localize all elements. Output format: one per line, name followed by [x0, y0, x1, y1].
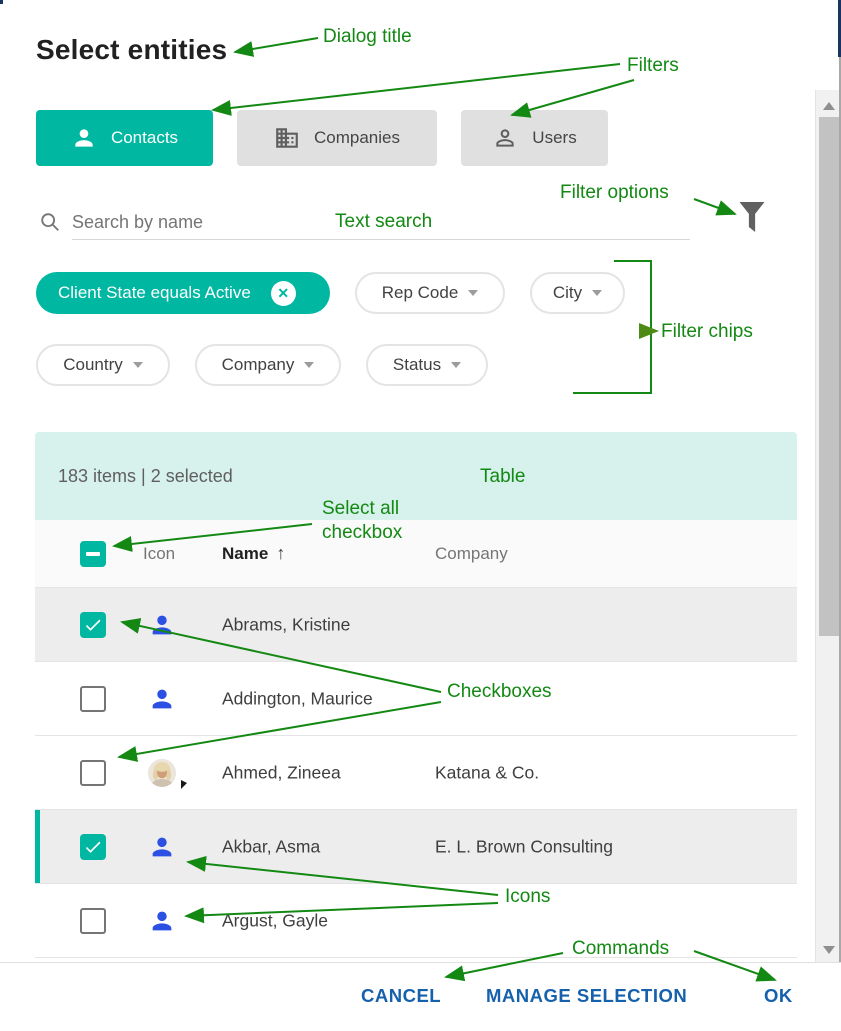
active-filter-chip[interactable]: Client State equals Active ✕ — [36, 272, 330, 314]
row-avatar — [148, 907, 176, 935]
page-title: Select entities — [36, 34, 227, 66]
person-icon — [148, 833, 176, 861]
filter-chip-country[interactable]: Country — [36, 344, 170, 386]
filter-chip-status[interactable]: Status — [366, 344, 488, 386]
search-icon — [39, 211, 61, 238]
row-avatar — [148, 833, 176, 861]
filter-chip-company[interactable]: Company — [195, 344, 341, 386]
select-entities-dialog: Select entities Contacts Companies Users… — [0, 0, 841, 1031]
table-row[interactable]: Argust, Gayle — [35, 884, 797, 958]
table-row[interactable]: Ahmed, Zineea Katana & Co. — [35, 736, 797, 810]
chip-label: Country — [63, 355, 123, 375]
annotation-filter-options: Filter options — [560, 182, 669, 204]
footer-divider — [0, 962, 841, 963]
dialog-scrollbar[interactable] — [815, 90, 841, 962]
person-icon — [71, 125, 97, 151]
filter-chip-row-1: Client State equals Active ✕ Rep Code Ci… — [36, 272, 625, 314]
chevron-down-icon — [451, 362, 461, 368]
column-header-name[interactable]: Name↑ — [222, 543, 285, 564]
select-all-checkbox[interactable] — [80, 541, 106, 567]
row-avatar — [148, 759, 176, 787]
row-avatar — [148, 685, 176, 713]
annotation-filters: Filters — [627, 55, 679, 77]
row-checkbox[interactable] — [80, 612, 106, 638]
chip-label: Status — [393, 355, 441, 375]
annotation-select-all-2: checkbox — [322, 522, 402, 544]
entity-table: 183 items | 2 selected Icon Name↑ Compan… — [35, 432, 797, 958]
table-rows: Abrams, Kristine Addington, Maurice — [35, 588, 797, 958]
chevron-down-icon — [304, 362, 314, 368]
triangle-down-icon[interactable] — [823, 946, 835, 954]
tab-label: Users — [532, 128, 576, 148]
filter-chip-city[interactable]: City — [530, 272, 625, 314]
column-header-icon: Icon — [143, 544, 175, 564]
chevron-down-icon — [133, 362, 143, 368]
row-name: Abrams, Kristine — [222, 614, 350, 635]
manage-selection-button[interactable]: MANAGE SELECTION — [486, 985, 687, 1007]
filter-chip-row-2: Country Company Status — [36, 344, 488, 386]
tab-contacts[interactable]: Contacts — [36, 110, 213, 166]
row-name: Argust, Gayle — [222, 910, 328, 931]
tab-users[interactable]: Users — [461, 110, 608, 166]
photo-avatar — [148, 759, 176, 787]
tab-label: Contacts — [111, 128, 178, 148]
filter-chip-rep-code[interactable]: Rep Code — [355, 272, 505, 314]
chip-label: Company — [222, 355, 295, 375]
table-row[interactable]: Abrams, Kristine — [35, 588, 797, 662]
annotation-select-all-1: Select all — [322, 498, 399, 520]
window-corner-artifact — [0, 0, 3, 4]
annotation-commands: Commands — [572, 938, 669, 960]
cursor-artifact — [181, 780, 187, 789]
row-name: Addington, Maurice — [222, 688, 373, 709]
sort-ascending-icon: ↑ — [276, 543, 285, 563]
row-checkbox[interactable] — [80, 834, 106, 860]
person-outline-icon — [492, 125, 518, 151]
search-underline — [72, 239, 690, 240]
row-name: Akbar, Asma — [222, 836, 320, 857]
column-header-company: Company — [435, 544, 508, 564]
checkmark-icon — [83, 615, 103, 635]
circle-x-icon[interactable]: ✕ — [271, 281, 296, 306]
building-icon — [274, 125, 300, 151]
person-icon — [148, 611, 176, 639]
filter-options-icon[interactable] — [737, 199, 767, 240]
row-checkbox[interactable] — [80, 686, 106, 712]
chevron-down-icon — [592, 290, 602, 296]
search-input[interactable] — [72, 206, 332, 238]
table-row[interactable]: Akbar, Asma E. L. Brown Consulting — [35, 810, 797, 884]
row-checkbox[interactable] — [80, 908, 106, 934]
row-name: Ahmed, Zineea — [222, 762, 341, 783]
row-company: Katana & Co. — [435, 762, 539, 783]
row-avatar — [148, 611, 176, 639]
annotation-table: Table — [480, 466, 525, 488]
tab-companies[interactable]: Companies — [237, 110, 437, 166]
items-selected-count: 183 items | 2 selected — [58, 466, 233, 487]
triangle-up-icon[interactable] — [823, 102, 835, 110]
chip-label: City — [553, 283, 582, 303]
person-icon — [148, 907, 176, 935]
annotation-text-search: Text search — [335, 211, 432, 233]
annotation-icons: Icons — [505, 886, 550, 908]
annotation-filter-chips: Filter chips — [661, 321, 753, 343]
selection-accent-bar — [35, 810, 40, 883]
ok-button[interactable]: OK — [764, 985, 793, 1007]
row-company: E. L. Brown Consulting — [435, 836, 613, 857]
person-icon — [148, 685, 176, 713]
annotation-dialog-title: Dialog title — [323, 26, 412, 48]
table-summary-bar: 183 items | 2 selected — [35, 432, 797, 520]
chevron-down-icon — [468, 290, 478, 296]
checkmark-icon — [83, 837, 103, 857]
entity-type-tabs: Contacts Companies Users — [36, 110, 608, 166]
cancel-button[interactable]: CANCEL — [361, 985, 441, 1007]
scrollbar-thumb[interactable] — [819, 117, 839, 636]
tab-label: Companies — [314, 128, 400, 148]
table-header-row: Icon Name↑ Company — [35, 520, 797, 588]
row-checkbox[interactable] — [80, 760, 106, 786]
annotation-checkboxes: Checkboxes — [447, 681, 552, 703]
table-row[interactable]: Addington, Maurice — [35, 662, 797, 736]
active-filter-label: Client State equals Active — [58, 283, 251, 303]
chip-label: Rep Code — [382, 283, 459, 303]
